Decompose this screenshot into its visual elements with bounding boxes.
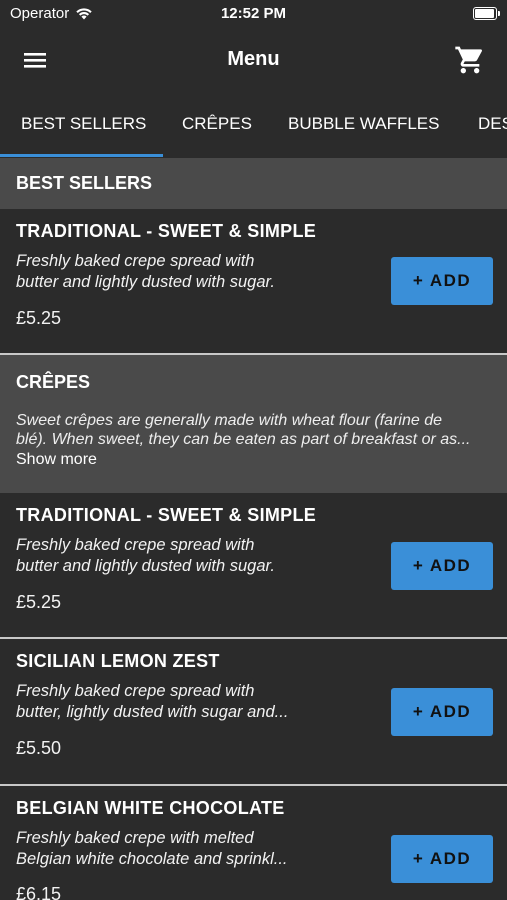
item-price: £5.50 xyxy=(16,738,62,758)
section-header-best-sellers: BEST SELLERS xyxy=(0,158,507,209)
list-item[interactable]: TRADITIONAL - SWEET & SIMPLE Freshly bak… xyxy=(0,209,507,355)
item-price: £5.25 xyxy=(16,308,62,328)
list-item[interactable]: BELGIAN WHITE CHOCOLATE Freshly baked cr… xyxy=(0,786,507,900)
item-description-line: Belgian white chocolate and sprinkl... xyxy=(16,850,288,868)
app-screen: Operator 12:52 PM Menu BEST SELLERS CRÊP… xyxy=(0,0,507,900)
active-tab-indicator xyxy=(0,154,163,157)
nav-bar: Menu xyxy=(0,28,507,92)
battery-fill xyxy=(475,9,494,18)
item-description-line: butter and lightly dusted with sugar. xyxy=(16,273,275,291)
status-time: 12:52 PM xyxy=(220,5,287,22)
add-button[interactable]: + ADD xyxy=(391,835,493,883)
cart-button[interactable] xyxy=(453,44,487,76)
show-more-link[interactable]: Show more xyxy=(16,451,97,469)
section-title: BEST SELLERS xyxy=(16,173,153,193)
item-description-line: Freshly baked crepe spread with xyxy=(16,252,255,270)
item-name: SICILIAN LEMON ZEST xyxy=(16,651,220,671)
section-header-crepes: CRÊPES Sweet crêpes are generally made w… xyxy=(0,355,507,493)
section-description: Sweet crêpes are generally made with whe… xyxy=(16,411,496,449)
tab-crepes[interactable]: CRÊPES xyxy=(182,114,252,134)
item-description: Freshly baked crepe spread with butter a… xyxy=(16,535,346,577)
add-button[interactable]: + ADD xyxy=(391,257,493,305)
item-description: Freshly baked crepe spread with butter, … xyxy=(16,681,346,723)
item-price: £5.25 xyxy=(16,592,62,612)
item-name: TRADITIONAL - SWEET & SIMPLE xyxy=(16,221,317,241)
list-item[interactable]: SICILIAN LEMON ZEST Freshly baked crepe … xyxy=(0,639,507,786)
item-name: BELGIAN WHITE CHOCOLATE xyxy=(16,798,285,818)
page-title: Menu xyxy=(227,48,280,70)
item-description: Freshly baked crepe spread with butter a… xyxy=(16,251,346,293)
add-button[interactable]: + ADD xyxy=(391,688,493,736)
item-description-line: Freshly baked crepe with melted xyxy=(16,829,254,847)
cart-icon xyxy=(455,46,483,74)
item-description-line: butter, lightly dusted with sugar and... xyxy=(16,703,289,721)
tab-best-sellers[interactable]: BEST SELLERS xyxy=(21,114,146,134)
tab-desserts[interactable]: DES xyxy=(478,114,507,134)
item-description: Freshly baked crepe with melted Belgian … xyxy=(16,828,346,870)
battery-icon xyxy=(473,7,500,20)
item-description-line: butter and lightly dusted with sugar. xyxy=(16,557,275,575)
status-bar: Operator 12:52 PM xyxy=(0,0,507,28)
hamburger-icon xyxy=(24,53,46,68)
section-description-line: blé). When sweet, they can be eaten as p… xyxy=(16,431,471,448)
list-item[interactable]: TRADITIONAL - SWEET & SIMPLE Freshly bak… xyxy=(0,493,507,639)
section-description-line: Sweet crêpes are generally made with whe… xyxy=(16,412,442,429)
item-price: £6.15 xyxy=(16,884,62,900)
item-description-line: Freshly baked crepe spread with xyxy=(16,536,255,554)
item-name: TRADITIONAL - SWEET & SIMPLE xyxy=(16,505,317,525)
tab-bubble-waffles[interactable]: BUBBLE WAFFLES xyxy=(288,114,439,134)
category-tabs: BEST SELLERS CRÊPES BUBBLE WAFFLES DES xyxy=(0,92,507,158)
section-title: CRÊPES xyxy=(16,372,91,392)
hamburger-menu-button[interactable] xyxy=(18,46,52,74)
add-button[interactable]: + ADD xyxy=(391,542,493,590)
item-description-line: Freshly baked crepe spread with xyxy=(16,682,255,700)
